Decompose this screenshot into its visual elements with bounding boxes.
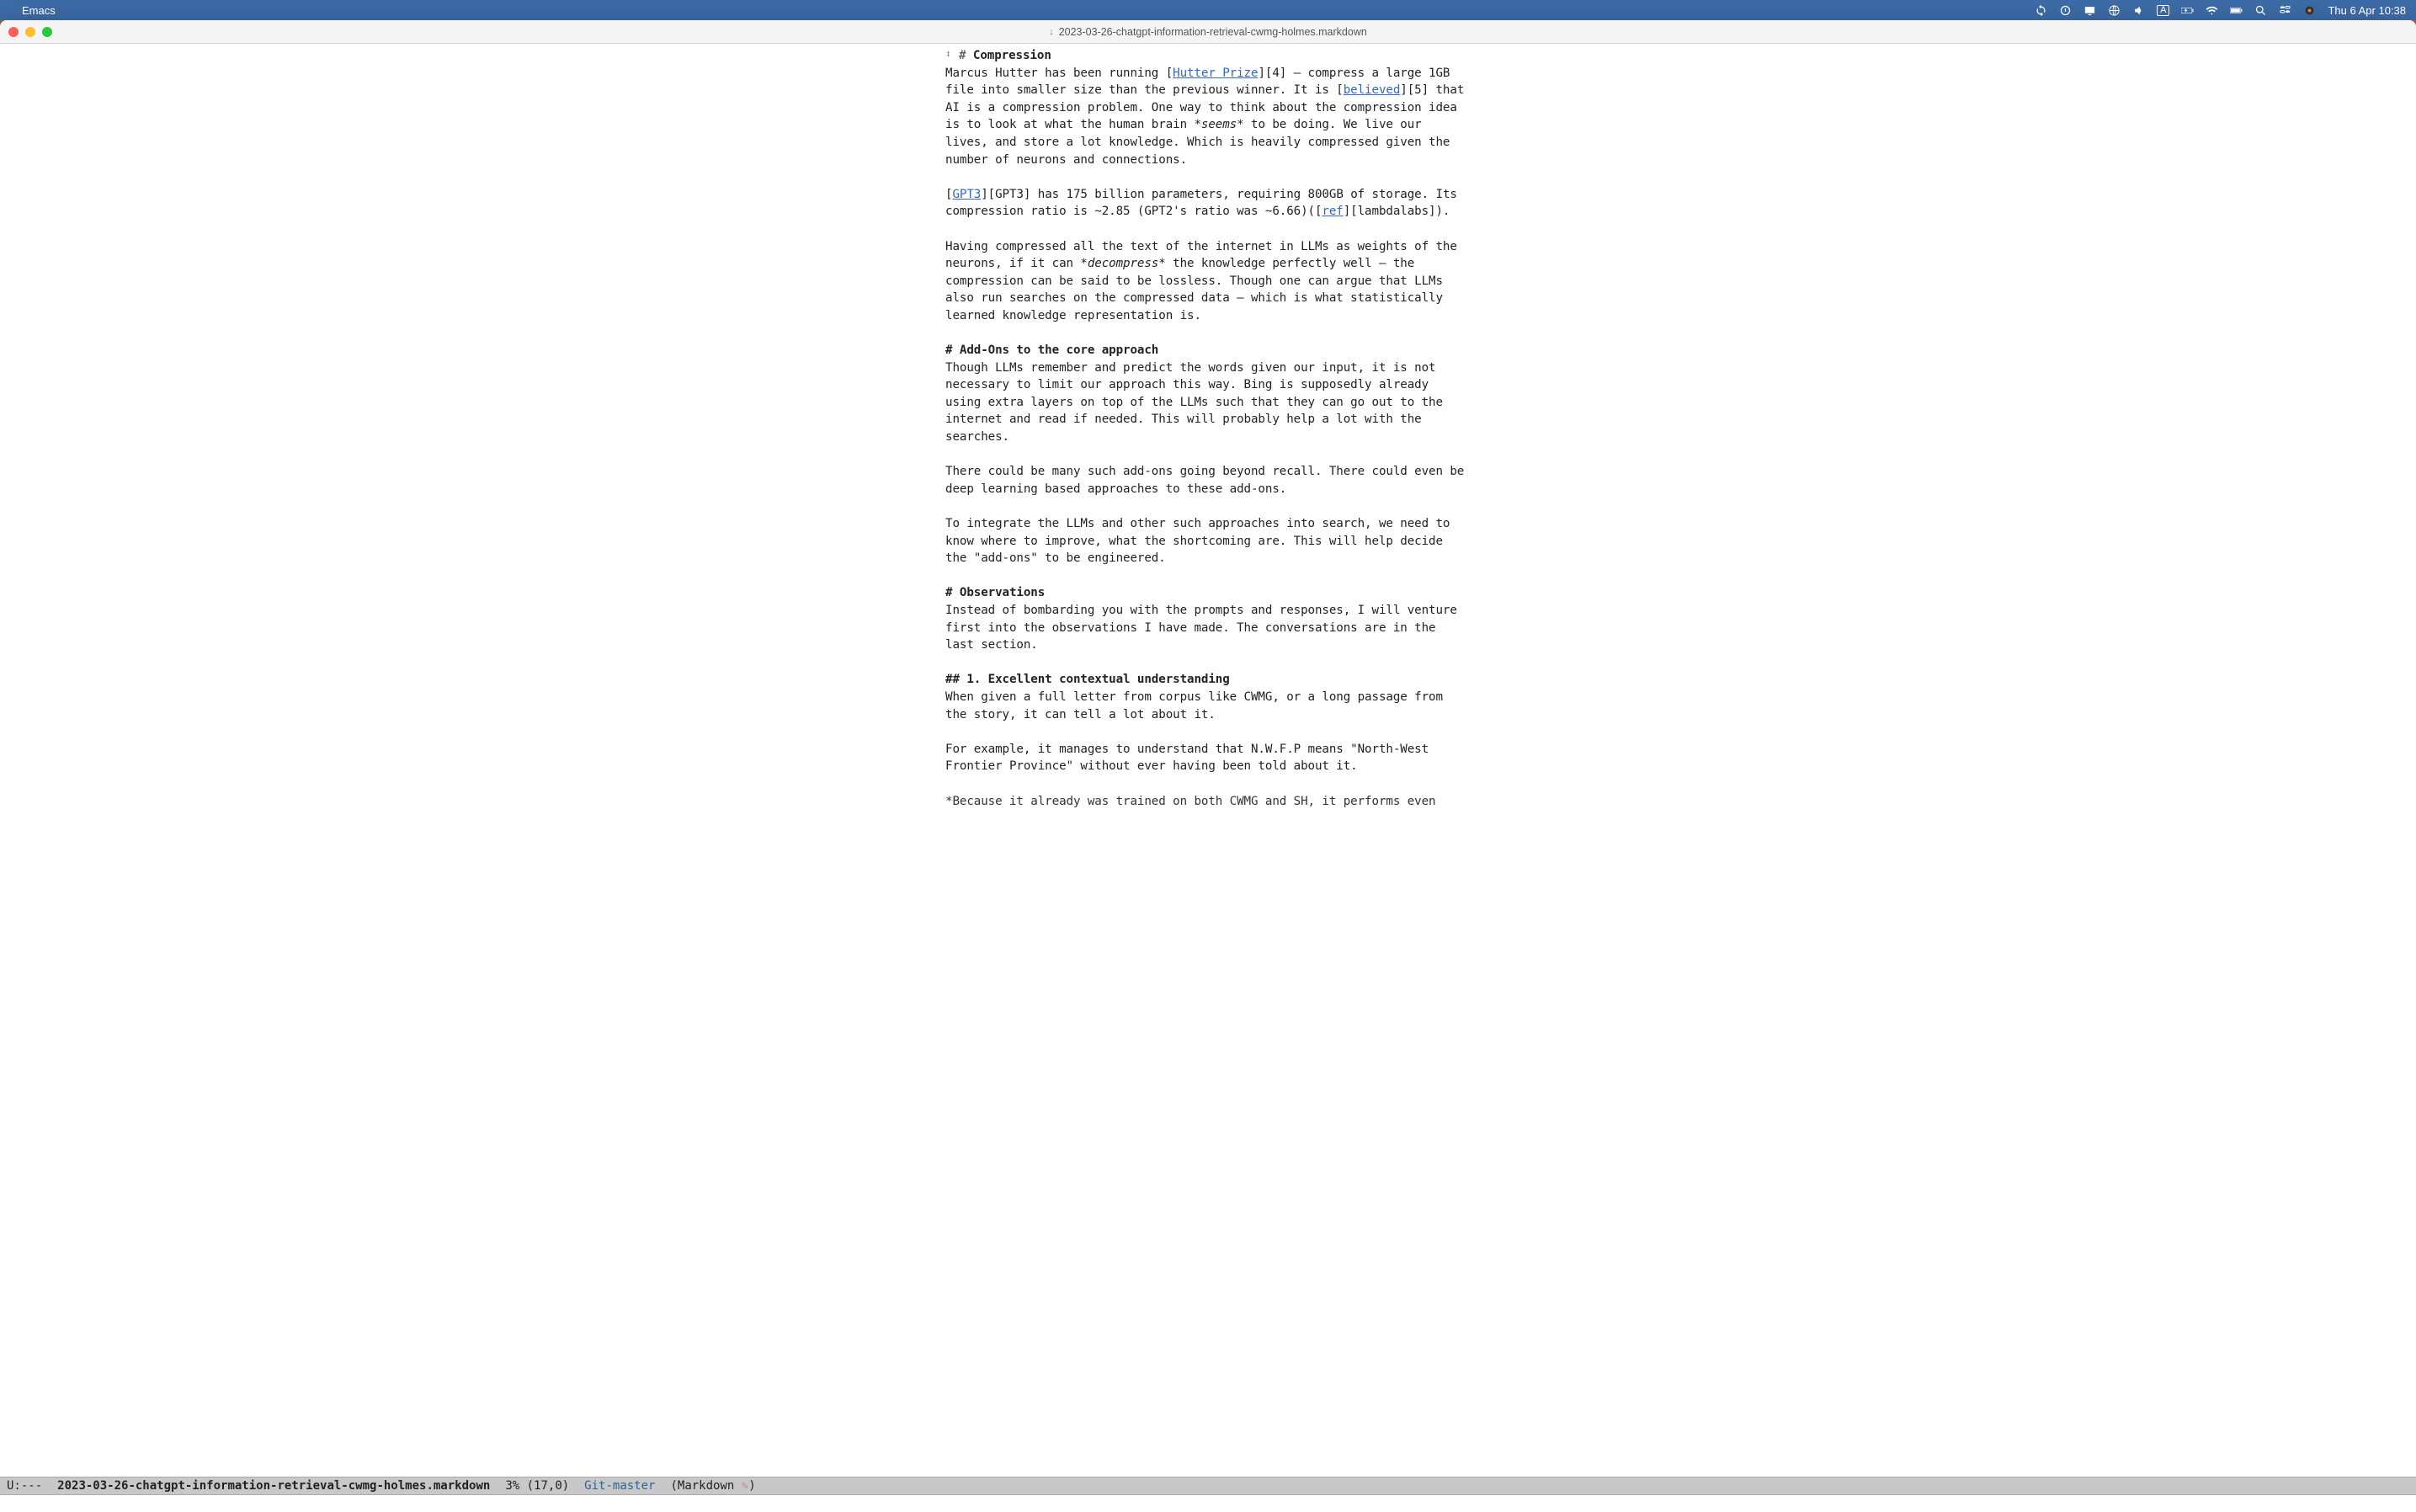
body-text: Marcus Hutter has been running [	[945, 67, 1173, 80]
editor-area[interactable]: ↕# Compression Marcus Hutter has been ru…	[0, 44, 2416, 1477]
window-title: 2023-03-26-chatgpt-information-retrieval…	[1059, 26, 1367, 38]
modeline-position: 3% (17,0)	[505, 1479, 569, 1493]
body-text: To integrate the LLMs and other such app…	[945, 517, 1457, 565]
emphasis: *decompress*	[1080, 257, 1165, 270]
volume-icon[interactable]	[2132, 4, 2145, 17]
heading-compression: Compression	[973, 49, 1051, 62]
mode-line: U:--- 2023-03-26-chatgpt-information-ret…	[0, 1477, 2416, 1495]
body-text: When given a full letter from corpus lik…	[945, 690, 1450, 721]
clock[interactable]: Thu 6 Apr 10:38	[2328, 4, 2406, 17]
fold-indicator-icon[interactable]: ↕	[945, 47, 959, 61]
body-text-cutoff: *Because it already was trained on both …	[945, 795, 1435, 808]
body-text: ][lambdalabs]).	[1344, 205, 1450, 218]
modeline-status: U:---	[7, 1479, 42, 1493]
minibuffer[interactable]	[0, 1495, 2416, 1512]
modeline-git-branch[interactable]: Git-master	[584, 1479, 655, 1493]
body-text: There could be many such add-ons going b…	[945, 465, 1471, 496]
display-icon[interactable]	[2083, 4, 2096, 17]
body-text: Instead of bombarding you with the promp…	[945, 604, 1464, 652]
zoom-button[interactable]	[42, 27, 52, 37]
control-center-icon[interactable]	[2279, 4, 2291, 17]
globe-icon[interactable]	[2108, 4, 2121, 17]
app-menu[interactable]: Emacs	[22, 4, 56, 17]
body-text: Though LLMs remember and predict the wor…	[945, 361, 1450, 444]
battery-icon[interactable]	[2230, 4, 2243, 17]
link-hutter-prize[interactable]: Hutter Prize	[1173, 67, 1258, 80]
search-icon[interactable]	[2254, 4, 2267, 17]
minimize-button[interactable]	[25, 27, 35, 37]
siri-icon[interactable]	[2303, 4, 2316, 17]
wifi-icon[interactable]	[2206, 4, 2218, 17]
pencil-icon: ✎	[742, 1479, 748, 1493]
modeline-major-mode[interactable]: (Markdown ✎)	[670, 1479, 755, 1493]
file-icon: ↓	[1049, 27, 1054, 37]
emphasis: *seems*	[1194, 118, 1243, 131]
heading-observations: # Observations	[945, 586, 1045, 599]
refresh-icon[interactable]	[2035, 4, 2047, 17]
titlebar: ↓ 2023-03-26-chatgpt-information-retriev…	[0, 20, 2416, 44]
link-gpt3[interactable]: GPT3	[952, 188, 981, 201]
emacs-window: ↓ 2023-03-26-chatgpt-information-retriev…	[0, 20, 2416, 1512]
macos-menubar: Emacs A Thu 6 Apr 10:38	[0, 0, 2416, 20]
link-ref[interactable]: ref	[1322, 205, 1343, 218]
input-source-icon[interactable]: A	[2157, 5, 2169, 16]
close-button[interactable]	[8, 27, 19, 37]
link-believed[interactable]: believed	[1344, 83, 1401, 97]
body-text: For example, it manages to understand th…	[945, 743, 1435, 774]
heading-addons: # Add-Ons to the core approach	[945, 343, 1158, 357]
modeline-buffer-name[interactable]: 2023-03-26-chatgpt-information-retrieval…	[57, 1479, 490, 1493]
power-icon[interactable]	[2059, 4, 2072, 17]
buffer-content[interactable]: ↕# Compression Marcus Hutter has been ru…	[939, 47, 1477, 810]
battery-charging-icon[interactable]	[2181, 4, 2194, 17]
subheading-1: ## 1. Excellent contextual understanding	[945, 673, 1230, 686]
